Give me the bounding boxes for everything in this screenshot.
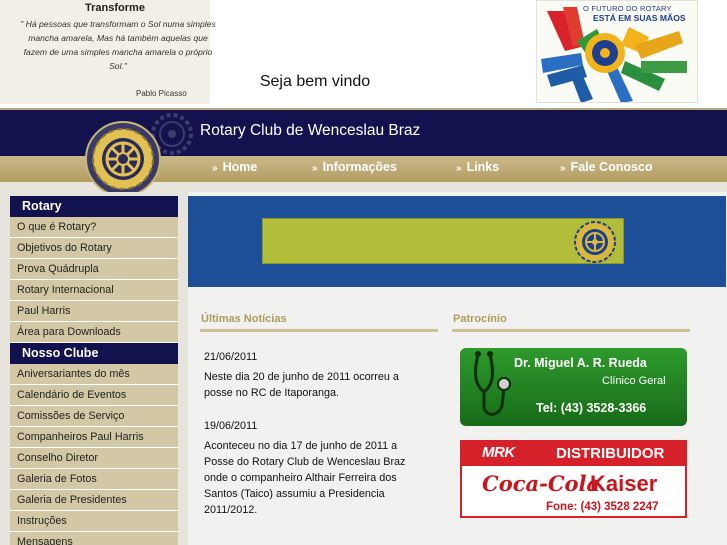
sidebar-menu: Rotary O que é Rotary? Objetivos do Rota…: [10, 196, 178, 545]
sidebar-item-objetivos[interactable]: Objetivos do Rotary: [10, 238, 178, 259]
doctor-name: Dr. Miguel A. R. Rueda: [514, 356, 647, 370]
sidebar-item-downloads[interactable]: Área para Downloads: [10, 322, 178, 343]
quote-author: Pablo Picasso: [136, 89, 187, 98]
sidebar-item-comissoes[interactable]: Comissões de Serviço: [10, 406, 178, 427]
news-text-1[interactable]: Neste dia 20 de junho de 2011 ocorreu a …: [204, 369, 419, 401]
sponsor-divider: [452, 329, 690, 332]
news-heading: Últimas Notícias: [201, 313, 287, 325]
top-banner: Transforme " Há pessoas que transformam …: [0, 0, 727, 108]
nav-marker-icon: »: [212, 163, 218, 174]
site-title: Rotary Club de Wenceslau Braz: [200, 122, 421, 139]
mrk-logo: MRK: [482, 444, 515, 461]
sidebar-item-rotary-internacional[interactable]: Rotary Internacional: [10, 280, 178, 301]
sidebar-item-galeria-presidentes[interactable]: Galeria de Presidentes: [10, 490, 178, 511]
blue-banner: [188, 196, 726, 287]
kaiser-logo: Kaiser: [590, 471, 658, 496]
sidebar-heading-rotary: Rotary: [10, 196, 178, 217]
nav-marker-icon: »: [560, 163, 566, 174]
sidebar-item-aniversariantes[interactable]: Aniversariantes do mês: [10, 364, 178, 385]
rotary-wheel-icon: [574, 221, 616, 263]
ad-line-1: O FUTURO DO ROTARY: [583, 4, 672, 13]
nav-marker-icon: »: [456, 163, 462, 174]
sidebar: Rotary O que é Rotary? Objetivos do Rota…: [0, 192, 188, 545]
nav-informacoes[interactable]: » Informações: [312, 160, 397, 174]
nav-home[interactable]: » Home: [212, 160, 257, 174]
coca-cola-logo: Coca-Cola: [482, 471, 601, 496]
sidebar-item-instrucoes[interactable]: Instruções: [10, 511, 178, 532]
rotary-logo-icon[interactable]: [84, 120, 162, 198]
ad-line-2: ESTÁ EM SUAS MÃOS: [593, 13, 686, 23]
sidebar-item-galeria-fotos[interactable]: Galeria de Fotos: [10, 469, 178, 490]
nav-links[interactable]: » Links: [456, 160, 499, 174]
sidebar-item-o-que-e-rotary[interactable]: O que é Rotary?: [10, 217, 178, 238]
distributor-phone: Fone: (43) 3528 2247: [546, 501, 659, 513]
page: Transforme " Há pessoas que transformam …: [0, 0, 727, 545]
distributor-header-bar: MRK DISTRIBUIDOR: [462, 442, 685, 466]
sidebar-heading-nosso-clube: Nosso Clube: [10, 343, 178, 364]
nav-fale-conosco[interactable]: » Fale Conosco: [560, 160, 653, 174]
stethoscope-icon: [474, 351, 511, 416]
news-date-1: 21/06/2011: [204, 351, 258, 363]
nav-marker-icon: »: [312, 163, 318, 174]
sidebar-item-paul-harris[interactable]: Paul Harris: [10, 301, 178, 322]
welcome-text: Seja bem vindo: [259, 73, 371, 90]
doctor-phone: Tel: (43) 3528-3366: [536, 401, 647, 415]
sidebar-item-conselho-diretor[interactable]: Conselho Diretor: [10, 448, 178, 469]
quote-text: " Há pessoas que transformam o Sol numa …: [20, 19, 216, 71]
rotary-future-ad[interactable]: O FUTURO DO ROTARY ESTÁ EM SUAS MÃOS: [536, 0, 698, 103]
news-date-2: 19/06/2011: [204, 420, 258, 432]
banner-green-panel: [262, 218, 624, 264]
sidebar-item-calendario[interactable]: Calendário de Eventos: [10, 385, 178, 406]
news-text-2[interactable]: Aconteceu no dia 17 de junho de 2011 a P…: [204, 438, 419, 518]
news-divider: [200, 329, 438, 332]
sidebar-item-prova-quadrupla[interactable]: Prova Quádrupla: [10, 259, 178, 280]
quote-title: Transforme: [85, 2, 145, 14]
distributor-label: DISTRIBUIDOR: [556, 445, 665, 462]
sponsor-heading: Patrocínio: [453, 313, 507, 325]
sponsor-distributor-ad[interactable]: MRK DISTRIBUIDOR Coca-Cola Kaiser Fone: …: [460, 440, 687, 518]
doctor-role: Clínico Geral: [602, 375, 666, 387]
quote-box: Transforme " Há pessoas que transformam …: [0, 0, 216, 104]
sidebar-item-mensagens[interactable]: Mensagens: [10, 532, 178, 545]
sidebar-item-companheiros-paul-harris[interactable]: Companheiros Paul Harris: [10, 427, 178, 448]
sponsor-doctor-ad[interactable]: Dr. Miguel A. R. Rueda Clínico Geral Tel…: [460, 348, 687, 426]
